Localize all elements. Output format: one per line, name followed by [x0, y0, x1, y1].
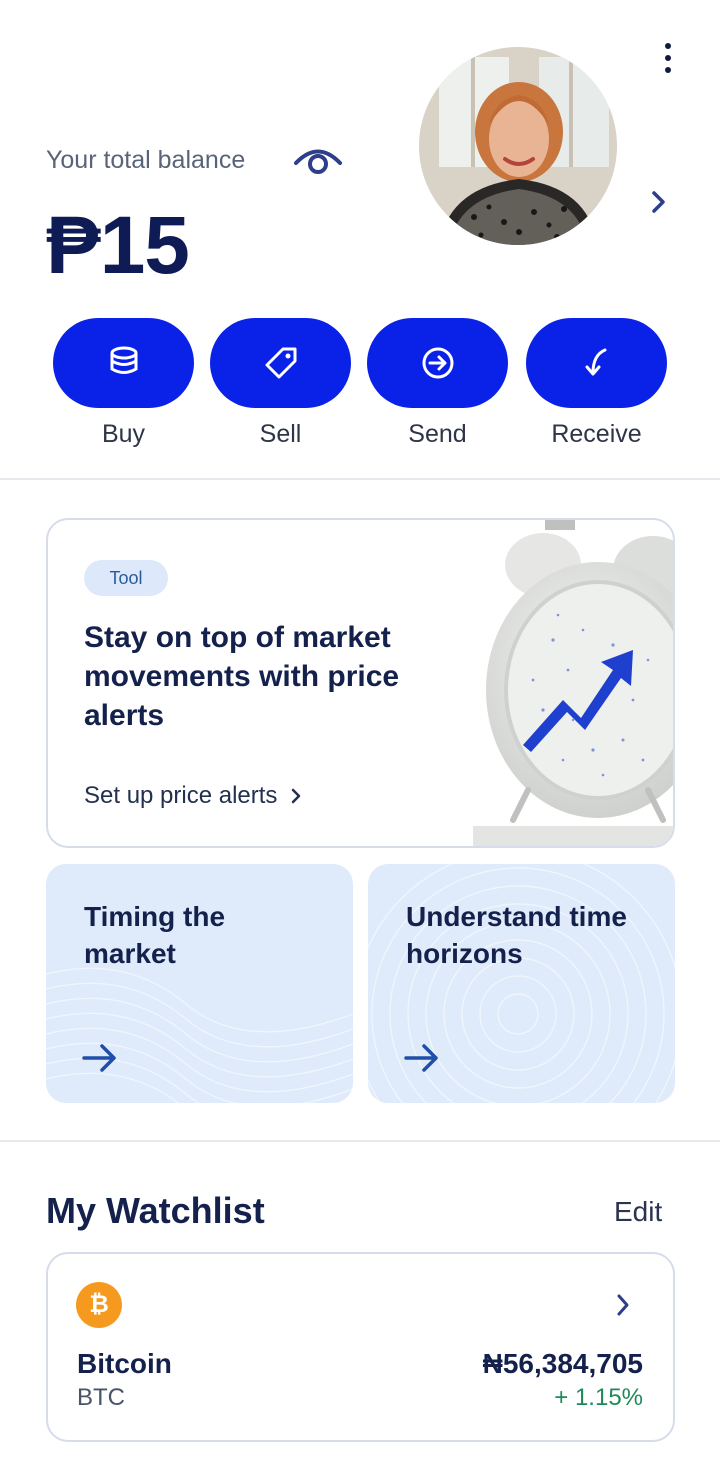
- bitcoin-icon: ₿: [76, 1282, 122, 1328]
- tool-badge: Tool: [84, 560, 168, 596]
- profile-photo: [419, 47, 617, 245]
- buy-button[interactable]: Buy: [53, 318, 194, 449]
- promo-link-label: Set up price alerts: [84, 782, 278, 809]
- tile-title: Timing the market: [84, 901, 226, 969]
- receive-arrow-icon: [585, 348, 606, 376]
- buy-label: Buy: [101, 420, 146, 448]
- divider: [0, 478, 720, 480]
- coin-ticker: BTC: [77, 1384, 125, 1411]
- sell-label: Sell: [259, 420, 302, 448]
- arrow-right-icon: [404, 1044, 438, 1072]
- receive-button[interactable]: Receive: [526, 318, 667, 449]
- coin-change: + 1.15%: [554, 1384, 643, 1411]
- divider: [0, 1140, 720, 1142]
- chevron-right-icon[interactable]: [640, 184, 676, 220]
- set-up-price-alerts-link[interactable]: Set up price alerts: [84, 782, 305, 810]
- balance-label: Your total balance: [46, 146, 246, 174]
- arrow-circle-icon: [422, 347, 453, 379]
- chevron-right-icon: [617, 1294, 629, 1316]
- quick-actions: Buy Sell Send Receive: [53, 318, 667, 448]
- receive-label: Receive: [551, 420, 642, 448]
- price-alerts-card[interactable]: Tool Stay on top of market movements wit…: [46, 518, 675, 848]
- understand-time-horizons-tile[interactable]: Understand time horizons: [368, 864, 675, 1103]
- sell-button[interactable]: Sell: [210, 318, 351, 449]
- watchlist-title: My Watchlist: [46, 1190, 265, 1231]
- arrow-right-icon: [82, 1044, 116, 1072]
- alarm-clock-illustration: [473, 520, 673, 846]
- tag-icon: [265, 347, 296, 379]
- edit-watchlist-button[interactable]: Edit: [614, 1196, 662, 1228]
- balance-value: ₱15: [46, 200, 190, 291]
- tile-title: Understand time horizons: [406, 901, 627, 969]
- coin-price: ₦56,384,705: [482, 1348, 643, 1379]
- coins-stack-icon: [110, 346, 137, 374]
- promo-title: Stay on top of market movements with pri…: [84, 621, 400, 732]
- eye-icon[interactable]: [293, 144, 343, 178]
- more-options-icon[interactable]: [652, 36, 684, 80]
- chevron-right-icon: [292, 788, 301, 804]
- watchlist-item-bitcoin[interactable]: ₿ Bitcoin BTC ₦56,384,705 + 1.15%: [46, 1252, 675, 1442]
- avatar[interactable]: [419, 47, 617, 245]
- send-button[interactable]: Send: [367, 318, 508, 449]
- send-label: Send: [408, 420, 467, 448]
- coin-name: Bitcoin: [77, 1348, 172, 1379]
- timing-the-market-tile[interactable]: Timing the market: [46, 864, 353, 1103]
